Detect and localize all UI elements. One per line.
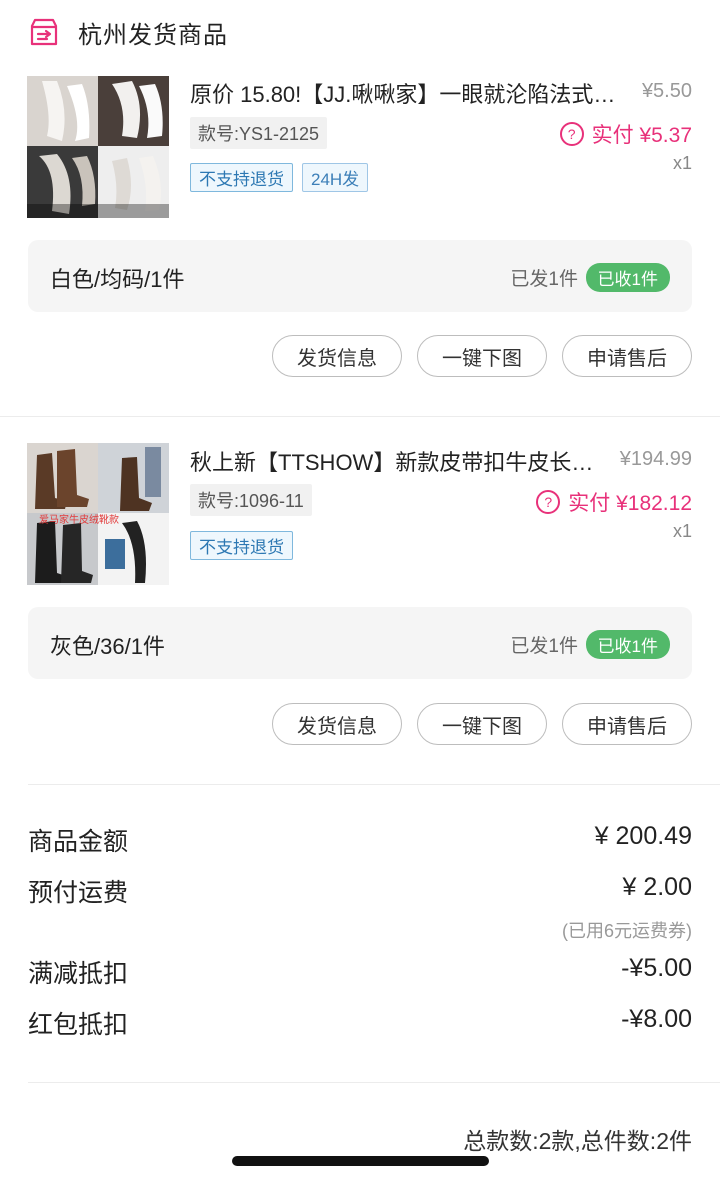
product-code: 款号:1096-11 <box>190 484 312 516</box>
divider <box>28 1082 720 1083</box>
goods-amount-value: ¥ 200.49 <box>594 822 692 850</box>
product-thumbnail[interactable] <box>27 76 169 218</box>
download-images-button[interactable]: 一键下图 <box>417 335 547 377</box>
product-actions: 发货信息 一键下图 申请售后 <box>272 335 692 377</box>
redpacket-label: 红包抵扣 <box>28 1011 129 1039</box>
product-price: ¥194.99 <box>619 448 692 470</box>
after-sales-button[interactable]: 申请售后 <box>562 703 692 745</box>
product-thumbnail[interactable]: 爱马家牛皮绒靴款 <box>27 443 169 585</box>
actual-paid-text: 实付 ¥5.37 <box>591 124 692 147</box>
spec-box: 灰色/36/1件 已发1件 已收1件 <box>28 607 692 679</box>
product-code: 款号:YS1-2125 <box>190 117 328 149</box>
shipped-count: 已发1件 <box>510 269 578 290</box>
shipping-fee-row: 预付运费 ¥ 2.00 <box>28 873 692 909</box>
discount-row: 满减抵扣 -¥5.00 <box>28 954 692 990</box>
socks-photo <box>27 76 169 218</box>
spec-box: 白色/均码/1件 已发1件 已收1件 <box>28 240 692 312</box>
help-icon[interactable]: ? <box>536 490 561 514</box>
tag-no-return: 不支持退货 <box>190 531 293 560</box>
help-icon[interactable]: ? <box>559 122 584 146</box>
tag-no-return: 不支持退货 <box>190 163 293 192</box>
store-ship-icon <box>30 18 58 46</box>
shipped-count: 已发1件 <box>510 636 578 657</box>
goods-amount-row: 商品金额 ¥ 200.49 <box>28 822 692 858</box>
download-images-button[interactable]: 一键下图 <box>417 703 547 745</box>
actual-paid: ? 实付 ¥182.12 <box>536 487 692 517</box>
after-sales-button[interactable]: 申请售后 <box>562 335 692 377</box>
received-badge: 已收1件 <box>585 630 670 659</box>
divider <box>0 416 720 417</box>
spec-label: 灰色/36/1件 <box>50 634 165 659</box>
section-header: 杭州发货商品 <box>28 12 228 52</box>
shipping-fee-value: ¥ 2.00 <box>622 873 692 901</box>
product-tags: 不支持退货 24H发 <box>190 163 369 192</box>
divider <box>28 784 720 785</box>
actual-paid-text: 实付 ¥182.12 <box>568 492 692 515</box>
redpacket-value: -¥8.00 <box>621 1005 692 1033</box>
shipping-info-button[interactable]: 发货信息 <box>272 335 402 377</box>
section-title: 杭州发货商品 <box>78 21 228 49</box>
product-tags: 不支持退货 <box>190 531 293 560</box>
discount-label: 满减抵扣 <box>28 960 129 988</box>
product-qty: x1 <box>672 521 692 541</box>
product-price: ¥5.50 <box>641 80 692 102</box>
tag-24h: 24H发 <box>302 163 369 192</box>
spec-label: 白色/均码/1件 <box>50 267 185 292</box>
shipping-coupon-note: (已用6元运费券) <box>562 921 692 941</box>
product-title[interactable]: 秋上新【TTSHOW】新款皮带扣牛皮长靴骑士靴 <box>190 445 600 477</box>
shipping-fee-label: 预付运费 <box>28 879 129 907</box>
home-indicator[interactable] <box>232 1156 489 1166</box>
redpacket-row: 红包抵扣 -¥8.00 <box>28 1005 692 1041</box>
product-actions: 发货信息 一键下图 申请售后 <box>272 703 692 745</box>
goods-amount-label: 商品金额 <box>28 828 129 856</box>
product-title[interactable]: 原价 15.80!【JJ.啾啾家】一眼就沦陷法式小香风高级感百搭堆堆袜 <box>190 77 620 109</box>
actual-paid: ? 实付 ¥5.37 <box>559 119 692 149</box>
totals-text: 总款数:2款,总件数:2件 <box>463 1128 692 1154</box>
boots-photo: 爱马家牛皮绒靴款 <box>27 443 169 585</box>
product-qty: x1 <box>672 153 692 173</box>
received-badge: 已收1件 <box>585 263 670 292</box>
shipping-info-button[interactable]: 发货信息 <box>272 703 402 745</box>
thumb-caption: 爱马家牛皮绒靴款 <box>39 513 119 526</box>
discount-value: -¥5.00 <box>621 954 692 982</box>
